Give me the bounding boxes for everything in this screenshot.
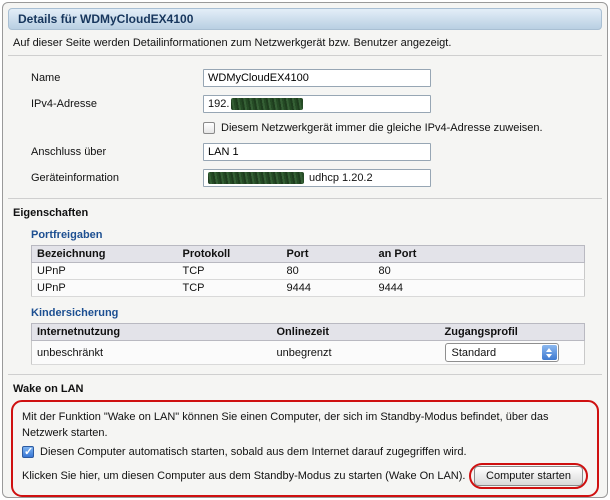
details-dialog: Details für WDMyCloudEX4100 Auf dieser S…	[2, 2, 608, 498]
column-header: Onlinezeit	[271, 323, 440, 341]
parental-header-row: Internetnutzung Onlinezeit Zugangsprofil	[31, 323, 585, 341]
name-label: Name	[31, 72, 61, 84]
portforwarding-heading: Portfreigaben	[31, 229, 103, 241]
static-ip-checkbox[interactable]	[203, 122, 215, 134]
wol-heading: Wake on LAN	[13, 383, 84, 395]
deviceinfo-value-suffix: udhcp 1.20.2	[309, 172, 373, 184]
arrow-up-icon	[546, 347, 552, 352]
access-profile-selected-value: Standard	[451, 346, 497, 359]
cell-zugangsprofil: Standard	[439, 340, 585, 365]
table-row: unbeschränkt unbegrenzt Standard	[31, 340, 585, 365]
wol-autostart-checkbox-label: Diesen Computer automatisch starten, sob…	[40, 446, 467, 458]
portforwarding-table: Bezeichnung Protokoll Port an Port UPnP …	[31, 245, 585, 297]
ipv4-row: IPv4-Adresse 192.	[31, 94, 607, 114]
cell-bezeichnung: UPnP	[31, 279, 178, 297]
parental-heading: Kindersicherung	[31, 307, 119, 319]
select-stepper-icon[interactable]	[541, 345, 557, 360]
ipv4-value-prefix: 192.	[208, 98, 230, 110]
wol-start-instruction: Klicken Sie hier, um diesen Computer aus…	[22, 470, 466, 482]
computer-start-button[interactable]: Computer starten	[474, 466, 583, 486]
dialog-titlebar: Details für WDMyCloudEX4100	[8, 8, 602, 30]
properties-heading: Eigenschaften	[13, 207, 89, 219]
ipv4-label: IPv4-Adresse	[31, 98, 98, 110]
column-header: Internetnutzung	[31, 323, 272, 341]
ipv4-input[interactable]: 192.	[203, 95, 431, 113]
cell-protokoll: TCP	[177, 279, 282, 297]
divider	[8, 374, 602, 375]
static-ip-checkbox-row: Diesem Netzwerkgerät immer die gleiche I…	[203, 120, 607, 136]
cell-port: 9444	[281, 279, 374, 297]
redacted-deviceinfo-value	[208, 172, 304, 184]
access-profile-select[interactable]: Standard	[444, 343, 559, 362]
dialog-title: Details für WDMyCloudEX4100	[18, 12, 194, 26]
cell-onlinezeit: unbegrenzt	[271, 340, 440, 365]
connection-row: Anschluss über	[31, 142, 607, 162]
wol-autostart-checkbox-row: Diesen Computer automatisch starten, sob…	[22, 444, 588, 460]
dialog-description: Auf dieser Seite werden Detailinformatio…	[13, 37, 452, 49]
cell-bezeichnung: UPnP	[31, 262, 178, 280]
annotation-box: Mit der Funktion "Wake on LAN" können Si…	[11, 400, 599, 497]
cell-anport: 80	[373, 262, 585, 280]
cell-port: 80	[281, 262, 374, 280]
deviceinfo-label: Geräteinformation	[31, 172, 120, 184]
wol-start-row: Klicken Sie hier, um diesen Computer aus…	[22, 463, 588, 489]
column-header: Bezeichnung	[31, 245, 178, 263]
parental-table: Internetnutzung Onlinezeit Zugangsprofil…	[31, 323, 585, 365]
column-header: an Port	[373, 245, 585, 263]
deviceinfo-input[interactable]: udhcp 1.20.2	[203, 169, 431, 187]
annotation-ellipse: Computer starten	[469, 463, 588, 489]
connection-label: Anschluss über	[31, 146, 107, 158]
cell-internetnutzung: unbeschränkt	[31, 340, 272, 365]
wol-description: Mit der Funktion "Wake on LAN" können Si…	[22, 411, 549, 439]
column-header: Port	[281, 245, 374, 263]
name-row: Name	[31, 68, 607, 88]
connection-input[interactable]	[203, 143, 431, 161]
arrow-down-icon	[546, 353, 552, 358]
static-ip-checkbox-label: Diesem Netzwerkgerät immer die gleiche I…	[221, 122, 543, 134]
portforwarding-header-row: Bezeichnung Protokoll Port an Port	[31, 245, 585, 263]
divider	[8, 198, 602, 199]
name-input[interactable]	[203, 69, 431, 87]
deviceinfo-row: Geräteinformation udhcp 1.20.2	[31, 168, 607, 188]
redacted-ipv4-value	[231, 98, 304, 110]
cell-anport: 9444	[373, 279, 585, 297]
cell-protokoll: TCP	[177, 262, 282, 280]
table-row: UPnP TCP 9444 9444	[31, 279, 585, 297]
column-header: Protokoll	[177, 245, 282, 263]
table-row: UPnP TCP 80 80	[31, 262, 585, 280]
dialog-footer: OK Abbrechen	[3, 497, 607, 498]
device-form: Name IPv4-Adresse 192. Diesem Netzwerkge…	[3, 56, 607, 198]
column-header: Zugangsprofil	[439, 323, 585, 341]
wol-autostart-checkbox[interactable]	[22, 445, 34, 458]
